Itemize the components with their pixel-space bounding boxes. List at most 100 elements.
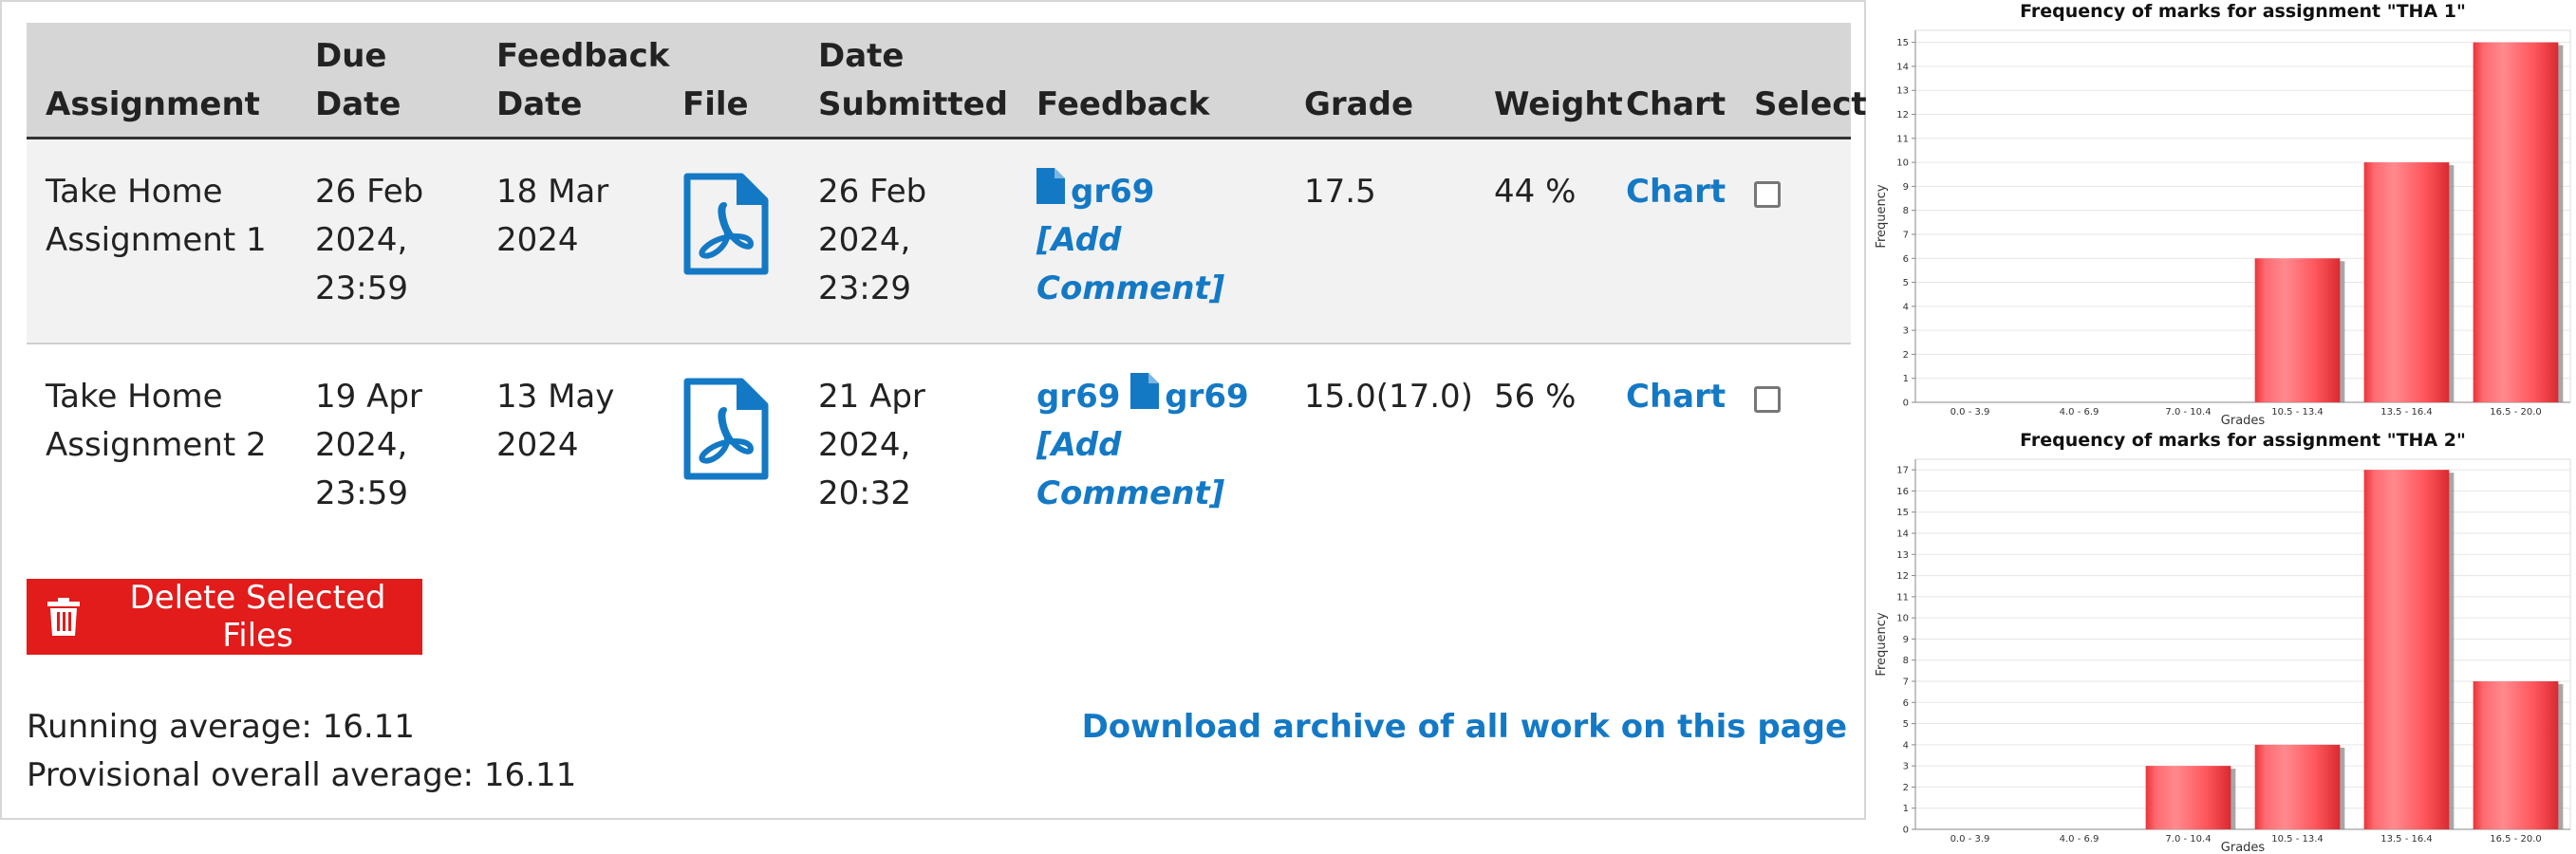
chart-1-ytick-label: 7 [1903, 678, 1909, 688]
feedback-file-link[interactable]: gr69 [1130, 372, 1249, 416]
chart-0-xtick-label: 16.5 - 20.0 [2490, 407, 2542, 418]
chart-1-bar [2254, 744, 2341, 829]
add-comment-link[interactable]: [Add Comment] [1036, 421, 1285, 518]
chart-0-ytick-label: 5 [1903, 278, 1909, 288]
assignments-panel: Assignment Due Date Feedback Date File D… [0, 0, 1867, 820]
chart-tha1: Frequency of marks for assignment "THA 1… [1870, 0, 2576, 427]
chart-0-bar [2473, 42, 2559, 402]
due-date-cell: 26 Feb 2024, 23:59 [296, 139, 477, 343]
chart-1-ytick-label: 12 [1896, 571, 1909, 582]
chart-link[interactable]: Chart [1626, 378, 1726, 416]
feedback-date-line2: 2024 [496, 425, 579, 464]
header-grade: Grade [1285, 23, 1475, 139]
download-archive-link[interactable]: Download archive of all work on this pag… [1082, 708, 1847, 746]
chart-1-xlabel: Grades [2221, 841, 2266, 854]
chart-1-xtick-label: 7.0 - 10.4 [2165, 834, 2211, 845]
document-icon [1036, 168, 1065, 204]
chart-tha2-svg: Frequency of marks for assignment "THA 2… [1875, 430, 2571, 854]
chart-1-ytick-label: 10 [1896, 614, 1909, 624]
chart-1-ytick-label: 4 [1903, 740, 1909, 751]
delete-selected-files-button[interactable]: Delete Selected Files [27, 579, 422, 655]
chart-1-ytick-label: 15 [1896, 508, 1909, 518]
chart-0-xtick-label: 7.0 - 10.4 [2165, 407, 2211, 418]
select-checkbox[interactable] [1754, 181, 1781, 208]
chart-cell: Chart [1607, 139, 1735, 343]
document-icon [1130, 372, 1160, 409]
date-submitted-line1: 26 Feb [818, 173, 927, 211]
select-cell [1735, 139, 1851, 343]
chart-1-ytick-label: 17 [1896, 466, 1909, 476]
header-file: File [663, 23, 799, 139]
date-submitted-line3: 20:32 [818, 473, 911, 512]
chart-0-ytick-label: 1 [1903, 374, 1909, 384]
chart-1-bar [2145, 766, 2231, 829]
header-due-date: Due Date [296, 23, 477, 139]
assignment-cell: Take Home Assignment 2 [27, 343, 296, 548]
chart-1-xtick-label: 16.5 - 20.0 [2490, 834, 2542, 845]
select-checkbox[interactable] [1754, 385, 1781, 413]
chart-0-xtick-label: 0.0 - 3.9 [1951, 407, 1990, 418]
header-feedback-date: Feedback Date [477, 23, 669, 139]
date-submitted-cell: 26 Feb 2024, 23:29 [799, 139, 1017, 343]
header-chart: Chart [1607, 23, 1735, 139]
due-date-line2: 2024, [315, 425, 408, 464]
chart-0-ytick-label: 7 [1903, 230, 1909, 240]
header-date-submitted: Date Submitted [799, 23, 1017, 139]
chart-0-ytick-label: 4 [1903, 302, 1909, 312]
chart-tha1-svg: Frequency of marks for assignment "THA 1… [1875, 1, 2571, 427]
feedback-cell: gr69 [Add Comment] [1017, 139, 1285, 343]
chart-0-ytick-label: 15 [1896, 38, 1909, 48]
chart-link[interactable]: Chart [1626, 173, 1726, 211]
chart-1-ytick-label: 9 [1903, 635, 1909, 645]
chart-1-plot-area [1914, 458, 2571, 830]
feedback-date-line2: 2024 [496, 221, 579, 259]
assignment-name-line1: Take Home [46, 173, 223, 211]
assignment-cell: Take Home Assignment 1 [27, 139, 296, 343]
date-submitted-cell: 21 Apr 2024, 20:32 [799, 343, 1017, 548]
chart-1-ytick-label: 6 [1903, 698, 1909, 709]
chart-1-ytick-label: 16 [1896, 487, 1909, 497]
header-feedback-date-line1: Feedback [496, 37, 670, 75]
grade-cell: 15.0(17.0) [1304, 377, 1473, 416]
header-select: Select [1735, 23, 1867, 139]
chart-1-ytick-label: 1 [1903, 804, 1909, 814]
chart-1-ytick-label: 14 [1896, 529, 1909, 540]
assignment-name-line2: Assignment 1 [46, 221, 267, 259]
feedback-file-name: gr69 [1071, 173, 1155, 211]
chart-tha2: Frequency of marks for assignment "THA 2… [1870, 429, 2576, 854]
add-comment-link[interactable]: [Add Comment] [1036, 216, 1285, 313]
chart-1-xtick-label: 0.0 - 3.9 [1951, 834, 1990, 845]
chart-1-bar [2363, 470, 2450, 829]
provisional-average: Provisional overall average: 16.11 [27, 756, 577, 794]
pdf-icon[interactable] [682, 377, 770, 481]
chart-0-xtick-label: 4.0 - 6.9 [2060, 407, 2100, 418]
table-header-row: Assignment Due Date Feedback Date File D… [27, 23, 1867, 139]
chart-cell: Chart [1607, 343, 1735, 548]
feedback-text-link[interactable]: gr69 [1036, 378, 1120, 416]
header-date-submitted-line1: Date [818, 37, 905, 75]
add-comment-line1: [Add [1036, 425, 1122, 464]
pdf-icon[interactable] [682, 172, 770, 276]
due-date-line3: 23:59 [315, 473, 408, 512]
chart-0-xtick-label: 10.5 - 13.4 [2271, 407, 2324, 418]
chart-0-title: Frequency of marks for assignment "THA 1… [2020, 1, 2466, 22]
weight-cell: 44 % [1494, 173, 1577, 211]
chart-1-xtick-label: 13.5 - 16.4 [2380, 834, 2433, 845]
chart-0-ylabel: Frequency [1875, 184, 1889, 248]
chart-0-xlabel: Grades [2221, 414, 2266, 427]
chart-1-ytick-label: 5 [1903, 719, 1909, 730]
chart-0-plot-area [1914, 29, 2571, 403]
header-feedback: Feedback [1017, 23, 1285, 139]
chart-1-title: Frequency of marks for assignment "THA 2… [2020, 430, 2466, 451]
chart-0-ytick-label: 13 [1896, 86, 1909, 97]
add-comment-line2: Comment] [1036, 269, 1225, 307]
assignment-name-line2: Assignment 2 [46, 425, 267, 464]
chart-1-ytick-label: 0 [1903, 826, 1909, 836]
chart-1-ytick-label: 13 [1896, 550, 1909, 561]
feedback-file-link[interactable]: gr69 [1036, 168, 1155, 211]
chart-0-ytick-label: 0 [1903, 399, 1909, 409]
table-row: Take Home Assignment 2 19 Apr 2024, 23:5… [27, 343, 1851, 548]
chart-1-ylabel: Frequency [1875, 612, 1889, 676]
due-date-line3: 23:59 [315, 269, 408, 307]
chart-0-ytick-label: 3 [1903, 326, 1909, 337]
